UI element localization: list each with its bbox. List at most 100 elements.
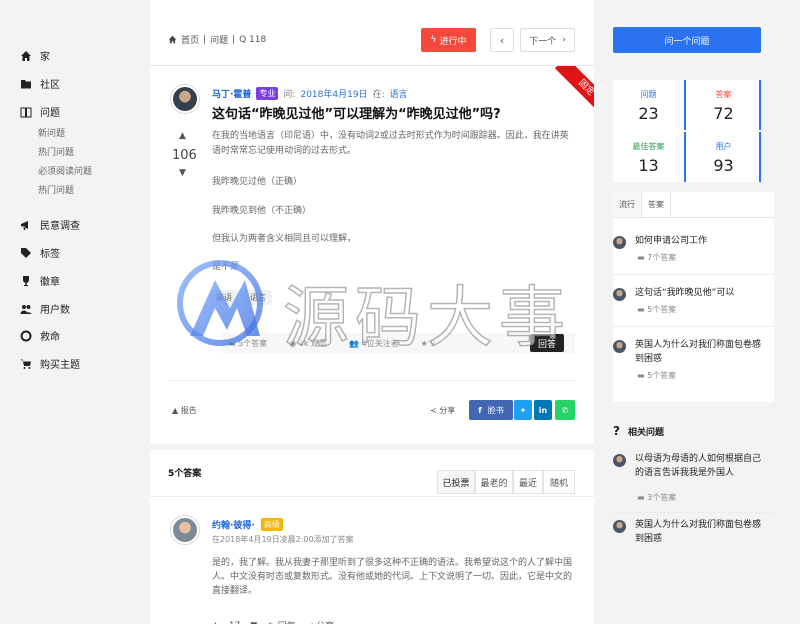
avatar	[613, 236, 626, 249]
share-label: ≺ 分享	[430, 406, 456, 415]
vote-up-icon[interactable]: ▲	[179, 131, 186, 141]
related-panel: 以母语为母语的人如何根据自己的语言告诉我我是外国人 ▬ 3个答案 英国人为什么对…	[613, 444, 774, 544]
avatar	[613, 520, 626, 533]
sidebar-item-tags[interactable]: 标签	[20, 245, 60, 260]
question-mark-icon: ?	[613, 424, 620, 438]
tag-chip[interactable]: 语言	[244, 290, 272, 305]
question-topbar: 首页 | 问题 | Q 118 ϟ 进行中 ‹ 下一个 ›	[150, 0, 594, 66]
sidebar-item-polls[interactable]: 民意调查	[20, 217, 80, 232]
ask-question-button[interactable]: 问一个问题	[613, 27, 761, 53]
ribbon-label: 固定	[554, 66, 594, 118]
site-stats: 问题 23 答案 72 最佳答案 13 用户 93	[613, 80, 761, 182]
share-whatsapp-button[interactable]: ✆	[555, 400, 575, 420]
main-content: 首页 | 问题 | Q 118 ϟ 进行中 ‹ 下一个 › 固定 马丁·霍普 专…	[150, 0, 594, 624]
popular-item-title[interactable]: 英国人为什么对我们称面包卷感到困惑	[635, 338, 765, 366]
answers-stat: ▬ 5个答案	[228, 338, 268, 348]
question-date[interactable]: 2018年4月19日	[300, 87, 367, 100]
question-title[interactable]: 这句话“昨晚见过他”可以理解为“昨晚见过他”吗?	[212, 103, 501, 122]
sidebar-item-label: 民意调查	[40, 221, 80, 232]
tab-popular[interactable]: 流行	[613, 192, 642, 217]
stat-answers: 答案 72	[688, 80, 761, 130]
tab-answers[interactable]: 答案	[642, 192, 671, 217]
views-stat: ◉ 4k 观看	[289, 338, 327, 348]
home-icon	[168, 35, 177, 44]
right-sidebar: 问一个问题 问题 23 答案 72 最佳答案 13 用户 93 流行 答案 如何…	[600, 0, 774, 624]
sidebar-item-users[interactable]: 用户数	[20, 301, 70, 316]
vote-down-icon[interactable]: ▼	[250, 621, 257, 624]
question-tags: 英语 语言	[210, 290, 272, 305]
previous-question-button[interactable]: ‹	[490, 28, 514, 52]
body-paragraph: 但我认为两者含义相同且可以理解，	[212, 234, 357, 244]
answer-meta: 约翰·彼得· 高级	[212, 518, 283, 531]
body-paragraph: 在我的当地语言（印尼语）中，没有动词2或过去时形式作为时间跟踪器。因此，我在讲英…	[212, 131, 569, 156]
breadcrumb-questions[interactable]: 问题	[210, 33, 228, 46]
vote-count: 106	[172, 148, 197, 163]
breadcrumb-home[interactable]: 首页	[181, 33, 199, 46]
sidebar-item-help[interactable]: 救命	[20, 328, 60, 343]
folder-icon	[21, 79, 31, 88]
share-facebook-button[interactable]: f 脸书	[469, 400, 513, 420]
vote-up-icon[interactable]: ▲	[212, 621, 219, 624]
chevron-right-icon: ›	[562, 35, 566, 45]
sidebar-item-questions[interactable]: 问题	[20, 104, 60, 119]
tag-chip[interactable]: 英语	[210, 290, 238, 305]
breadcrumb: 首页 | 问题 | Q 118	[168, 33, 266, 46]
question-category[interactable]: 语言	[390, 87, 408, 100]
next-question-button[interactable]: 下一个 ›	[520, 28, 575, 52]
answer-author-badge: 高级	[260, 518, 283, 531]
answer-author-avatar[interactable]	[171, 516, 199, 544]
answer-share-button[interactable]: ≺ 分享	[306, 619, 334, 624]
related-questions-heading: ? 相关问题	[613, 424, 664, 438]
followers-stat: 👥 4位关注者	[349, 338, 399, 348]
book-icon	[20, 107, 32, 117]
sidebar-item-label: 救命	[40, 332, 60, 343]
sidebar-subitem-new[interactable]: 新问题	[38, 126, 65, 139]
answer-author-name[interactable]: 约翰·彼得·	[212, 518, 255, 531]
lightning-icon: ϟ	[430, 35, 437, 45]
author-badge: 专业	[256, 87, 279, 100]
sidebar-item-community[interactable]: 社区	[20, 76, 60, 91]
popular-item-count: ▬ 5个答案	[637, 371, 677, 380]
popular-item-count: ▬ 7个答案	[637, 253, 677, 262]
sidebar-subitem-hot[interactable]: 热门问题	[38, 145, 74, 158]
popular-item-title[interactable]: 这句话“我昨晚见他”可以	[635, 286, 765, 300]
breadcrumb-question-id: Q 118	[239, 34, 267, 45]
sidebar-item-buy-theme[interactable]: 购买主题	[20, 356, 80, 371]
answers-section: 5个答案 已投票 最老的 最近 随机 约翰·彼得· 高级 在2018年4月19日…	[150, 444, 594, 624]
cart-icon	[20, 359, 31, 369]
in-label: 在:	[372, 90, 385, 100]
pinned-ribbon: 固定	[542, 66, 594, 118]
author-avatar[interactable]	[171, 85, 199, 113]
reply-button[interactable]: ↰ 回复	[267, 619, 295, 624]
popular-item-title[interactable]: 如何申请公司工作	[635, 234, 765, 248]
home-icon	[21, 50, 31, 61]
next-label: 下一个	[529, 36, 557, 47]
status-in-progress-button[interactable]: ϟ 进行中	[421, 28, 476, 52]
avatar	[613, 288, 626, 301]
sidebar-item-home[interactable]: 家	[20, 48, 50, 63]
sidebar-item-label: 社区	[40, 80, 60, 91]
linkedin-icon: in	[538, 405, 548, 415]
sidebar-subitem-must-read[interactable]: 必须阅读问题	[38, 164, 92, 177]
related-item-title[interactable]: 英国人为什么对我们称面包卷感到困惑	[635, 518, 765, 546]
tab-voted[interactable]: 已投票	[437, 470, 475, 494]
author-name[interactable]: 马丁·霍普	[212, 87, 251, 100]
share-linkedin-button[interactable]: in	[534, 400, 552, 420]
divider	[613, 512, 774, 513]
sidebar-item-badges[interactable]: 徽章	[20, 273, 60, 288]
asked-label: 问:	[283, 90, 296, 100]
sidebar-item-label: 标签	[40, 249, 60, 260]
related-item-title[interactable]: 以母语为母语的人如何根据自己的语言告诉我我是外国人	[635, 452, 765, 480]
sidebar-subitem-hot-2[interactable]: 热门问题	[38, 183, 74, 196]
sidebar-item-label: 购买主题	[40, 360, 80, 371]
panel-tabs: 流行 答案	[613, 192, 774, 218]
report-button[interactable]: ▲ 报告	[172, 405, 197, 416]
points-stat: ★ 9	[420, 338, 436, 348]
answer-button[interactable]: 回答	[530, 334, 564, 352]
tab-recent[interactable]: 最近	[513, 470, 543, 494]
body-paragraph: 我昨晚见过他（正确）	[212, 177, 303, 187]
tab-oldest[interactable]: 最老的	[475, 470, 513, 494]
vote-down-icon[interactable]: ▼	[179, 168, 186, 178]
share-twitter-button[interactable]: ✦	[514, 400, 532, 420]
tab-random[interactable]: 随机	[543, 470, 575, 494]
